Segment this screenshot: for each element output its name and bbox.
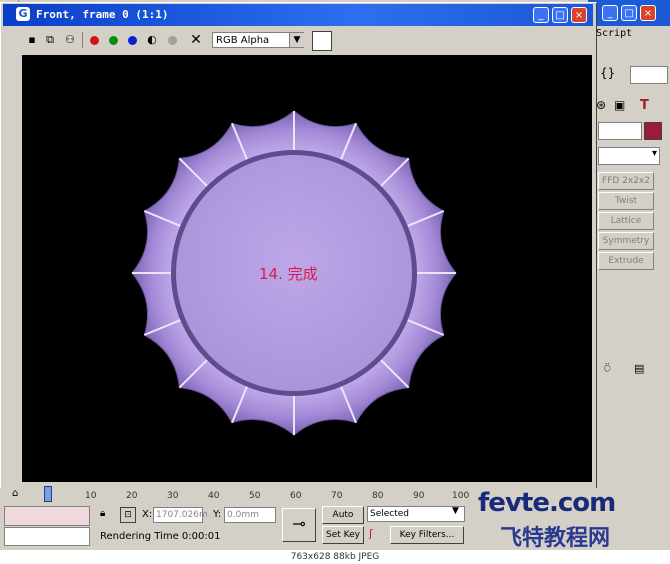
tick-label: 10	[85, 491, 97, 501]
copy-icon[interactable]: ⧉	[42, 32, 58, 48]
selected-dropdown[interactable]: Selected	[367, 506, 465, 522]
y-coordinate-field[interactable]: 0.0mm	[224, 507, 276, 523]
image-info-bar: 763x628 88kb JPEG	[0, 550, 670, 564]
tick-label: 90	[413, 491, 425, 501]
alpha-channel-icon[interactable]: ◐	[144, 32, 160, 48]
background-titlebar: _ □ ×	[588, 0, 670, 26]
auto-key-button[interactable]: Auto Key	[322, 506, 364, 536]
bg-maximize-button[interactable]: □	[621, 5, 637, 21]
x-label: X:	[142, 509, 153, 520]
object-name-field[interactable]	[598, 122, 642, 140]
chevron-down-icon[interactable]: ▼	[452, 506, 459, 516]
motion-icon[interactable]: ⊛	[596, 98, 606, 112]
red-channel-icon[interactable]	[90, 36, 99, 45]
bg-minimize-button[interactable]: _	[602, 5, 618, 21]
tick-label: 30	[167, 491, 179, 501]
mono-icon[interactable]	[168, 36, 177, 45]
tick-label: 70	[331, 491, 343, 501]
configure-icon[interactable]: ▤	[634, 362, 644, 375]
lock-icon[interactable]: 🔒︎	[100, 508, 105, 519]
modifier-button[interactable]: FFD 2x2x2	[598, 172, 654, 190]
tick-label: 50	[249, 491, 261, 501]
rendering-time-text: Rendering Time 0:00:01	[100, 531, 221, 542]
tick-label: 20	[126, 491, 138, 501]
object-color-swatch[interactable]	[644, 122, 662, 140]
braces-icon[interactable]: {}	[600, 66, 615, 80]
maxscript-listener-field[interactable]	[4, 506, 90, 526]
x-coordinate-field[interactable]: 1707.026m	[153, 507, 208, 523]
prompt-field[interactable]	[4, 527, 90, 546]
green-channel-icon[interactable]	[109, 36, 118, 45]
blue-channel-icon[interactable]	[128, 36, 137, 45]
window-title: Front, frame 0 (1:1)	[36, 8, 169, 21]
transform-mode-icon[interactable]: ⊡	[120, 507, 136, 523]
color-swatch[interactable]	[312, 31, 332, 51]
modifier-button[interactable]: Extrude	[598, 252, 654, 270]
display-icon[interactable]: ▣	[614, 98, 625, 112]
modifier-button[interactable]: Lattice	[598, 212, 654, 230]
tick-label: 100	[452, 491, 470, 501]
clone-icon[interactable]: ⚇	[62, 32, 78, 48]
modifier-list-dropdown[interactable]	[598, 147, 660, 165]
tick-label: 40	[208, 491, 220, 501]
utilities-icon[interactable]: T	[640, 98, 649, 113]
clear-icon[interactable]: ✕	[188, 32, 204, 48]
separator	[82, 32, 83, 48]
tangent-icon[interactable]: ʃ	[369, 527, 373, 540]
save-icon[interactable]: ▪	[24, 32, 40, 48]
script-field[interactable]	[630, 66, 668, 84]
y-label: Y:	[213, 509, 222, 520]
minimize-button[interactable]: _	[533, 7, 549, 23]
timeline-home-icon[interactable]: ⌂	[12, 488, 18, 499]
bg-close-button[interactable]: ×	[640, 5, 656, 21]
set-key-button[interactable]: Set Key	[322, 526, 364, 544]
watermark-site: fevte.com	[478, 488, 616, 518]
maximize-button[interactable]: □	[552, 7, 568, 23]
tick-label: 60	[290, 491, 302, 501]
key-mode-icon[interactable]: ⊸	[282, 508, 316, 542]
pin-stack-icon[interactable]: ⍥	[604, 362, 611, 376]
app-icon: G	[16, 7, 30, 21]
modifier-button[interactable]: Twist	[598, 192, 654, 210]
key-filters-button[interactable]: Key Filters...	[390, 526, 464, 544]
tick-label: 80	[372, 491, 384, 501]
script-menu-label[interactable]: Script	[596, 28, 632, 39]
chevron-down-icon[interactable]: ▼	[289, 33, 304, 47]
caption-text: 14. 完成	[259, 265, 318, 283]
time-slider[interactable]	[44, 486, 52, 502]
close-button[interactable]: ×	[571, 7, 587, 23]
watermark-name: 飞特教程网	[500, 526, 611, 551]
modifier-button[interactable]: Symmetry	[598, 232, 654, 250]
